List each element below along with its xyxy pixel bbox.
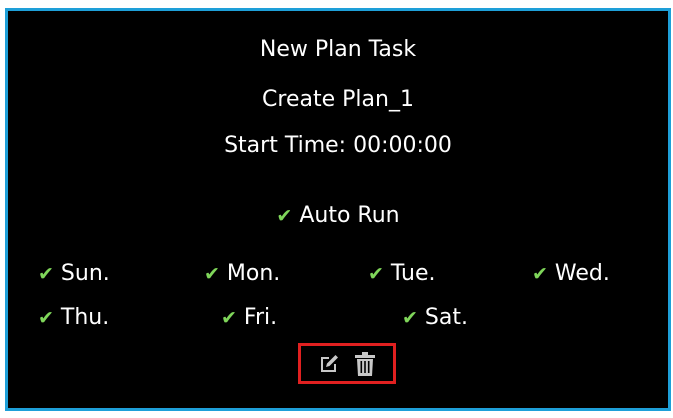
trash-icon	[355, 351, 375, 376]
checkmark-icon: ✔	[276, 205, 293, 227]
checkmark-icon: ✔	[532, 263, 548, 285]
dialog-title: New Plan Task	[259, 37, 417, 62]
auto-run-label: Auto Run	[299, 203, 400, 228]
checkmark-icon: ✔	[38, 263, 54, 285]
start-time[interactable]: Start Time: 00:00:00	[8, 131, 668, 161]
day-label: Tue.	[390, 261, 436, 286]
day-label: Wed.	[554, 261, 610, 286]
day-checkbox-thu[interactable]: ✔ Thu.	[38, 303, 109, 333]
day-checkbox-mon[interactable]: ✔ Mon.	[204, 259, 280, 289]
plan-actions-group	[298, 343, 396, 384]
checkmark-icon: ✔	[402, 307, 418, 329]
day-label: Mon.	[226, 261, 281, 286]
day-label: Sun.	[60, 261, 110, 286]
edit-icon	[321, 354, 338, 372]
checkmark-icon: ✔	[221, 307, 237, 329]
day-label: Fri.	[243, 305, 278, 330]
checkmark-icon: ✔	[204, 263, 220, 285]
day-checkbox-tue[interactable]: ✔ Tue.	[368, 259, 436, 289]
day-checkbox-wed[interactable]: ✔ Wed.	[532, 259, 610, 289]
day-label: Thu.	[60, 305, 110, 330]
day-checkbox-fri[interactable]: ✔ Fri.	[221, 303, 277, 333]
checkmark-icon: ✔	[38, 307, 54, 329]
edit-button[interactable]	[315, 350, 343, 378]
day-checkbox-sun[interactable]: ✔ Sun.	[38, 259, 110, 289]
day-label: Sat.	[424, 305, 468, 330]
day-checkbox-sat[interactable]: ✔ Sat.	[402, 303, 468, 333]
plan-name: Create Plan_1	[262, 87, 414, 112]
delete-button[interactable]	[351, 350, 379, 378]
plan-task-panel: New Plan Task Create Plan_1 Start Time: …	[5, 8, 671, 411]
auto-run-checkbox[interactable]: ✔ Auto Run	[276, 203, 399, 228]
auto-run-row: ✔ Auto Run	[8, 201, 668, 231]
checkmark-icon: ✔	[368, 263, 384, 285]
